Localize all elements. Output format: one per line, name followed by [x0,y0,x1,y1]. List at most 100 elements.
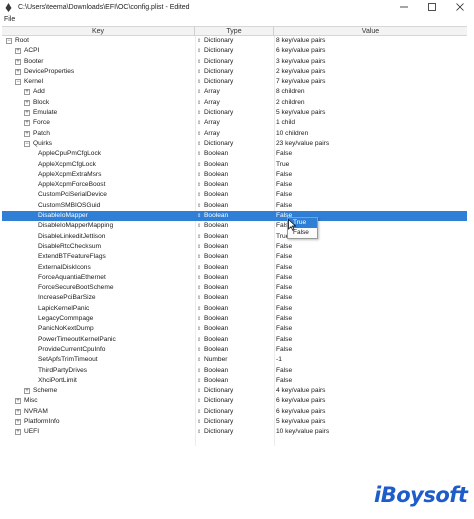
type-cell[interactable]: ⇕ Boolean [195,252,274,262]
type-cell[interactable]: ⇕ Boolean [195,170,274,180]
value-cell[interactable]: False [274,324,464,334]
value-cell[interactable]: False [274,304,464,314]
tree-row[interactable]: + Block ⇕ Array 2 children [2,98,467,108]
tree-row[interactable]: + DeviceProperties ⇕ Dictionary 2 key/value … [2,67,467,77]
tree-row[interactable]: ForceAquantiaEthernet ⇕ Boolean False [2,273,467,283]
header-type[interactable]: Type [195,27,274,36]
tree-row[interactable]: PowerTimeoutKernelPanic ⇕ Boolean False [2,335,467,345]
value-cell[interactable]: 5 key/value pairs [274,108,464,118]
tree-row[interactable]: DisableIoMapperMapping ⇕ Boolean False [2,221,467,231]
tree-row[interactable]: DisableLinkeditJettison ⇕ Boolean True [2,232,467,242]
value-cell[interactable]: False [274,273,464,283]
tree-row[interactable]: + Patch ⇕ Array 10 children [2,129,467,139]
tree-row[interactable]: ExternalDiskIcons ⇕ Boolean False [2,263,467,273]
type-cell[interactable]: ⇕ Boolean [195,273,274,283]
tree-row[interactable]: XhciPortLimit ⇕ Boolean False [2,376,467,386]
expand-icon[interactable]: + [24,130,30,137]
value-cell[interactable]: 23 key/value pairs [274,139,464,149]
header-value[interactable]: Value [274,27,467,36]
expand-icon[interactable]: + [24,89,30,96]
collapse-icon[interactable]: − [15,79,21,86]
type-cell[interactable]: ⇕ Dictionary [195,417,274,427]
type-cell[interactable]: ⇕ Array [195,118,274,128]
type-cell[interactable]: ⇕ Boolean [195,283,274,293]
value-cell[interactable]: 8 children [274,87,464,97]
value-cell[interactable]: 2 key/value pairs [274,67,464,77]
menu-file[interactable]: File [4,16,15,23]
tree-row[interactable]: ExtendBTFeatureFlags ⇕ Boolean False [2,252,467,262]
tree-row[interactable]: DisableIoMapper ⇕ Boolean False [2,211,467,222]
minimize-button[interactable] [390,0,418,14]
value-cell[interactable]: 3 key/value pairs [274,57,464,67]
expand-icon[interactable]: + [15,48,21,55]
expand-icon[interactable]: + [15,398,21,405]
tree-row[interactable]: − Root ⇕ Dictionary 8 key/value pairs [2,36,467,46]
type-cell[interactable]: ⇕ Boolean [195,180,274,190]
value-cell[interactable]: 6 key/value pairs [274,407,464,417]
value-cell[interactable]: False [274,345,464,355]
expand-icon[interactable]: + [15,58,21,65]
expand-icon[interactable]: + [15,418,21,425]
tree-row[interactable]: AppleCpuPmCfgLock ⇕ Boolean False [2,149,467,159]
type-cell[interactable]: ⇕ Boolean [195,376,274,386]
value-cell[interactable]: 4 key/value pairs [274,386,464,396]
value-cell[interactable]: False [274,314,464,324]
header-key[interactable]: Key [2,27,195,36]
value-cell[interactable]: True [274,160,464,170]
tree-row[interactable]: DisableRtcChecksum ⇕ Boolean False [2,242,467,252]
value-cell[interactable]: 10 key/value pairs [274,427,464,437]
expand-icon[interactable]: + [24,99,30,106]
value-cell[interactable]: False [274,252,464,262]
tree-row[interactable]: ProvideCurrentCpuInfo ⇕ Boolean False [2,345,467,355]
tree-row[interactable]: − Quirks ⇕ Dictionary 23 key/value pairs [2,139,467,149]
tree-row[interactable]: AppleXcpmForceBoost ⇕ Boolean False [2,180,467,190]
value-cell[interactable]: False [274,376,464,386]
type-cell[interactable]: ⇕ Dictionary [195,77,274,87]
type-cell[interactable]: ⇕ Dictionary [195,407,274,417]
value-cell[interactable]: False [274,242,464,252]
value-cell[interactable]: 8 key/value pairs [274,36,464,46]
type-cell[interactable]: ⇕ Boolean [195,314,274,324]
expand-icon[interactable]: + [24,388,30,395]
value-cell[interactable]: -1 [274,355,464,365]
type-cell[interactable]: ⇕ Array [195,129,274,139]
tree-row[interactable]: SetApfsTrimTimeout ⇕ Number -1 [2,355,467,365]
type-cell[interactable]: ⇕ Boolean [195,293,274,303]
type-cell[interactable]: ⇕ Dictionary [195,396,274,406]
tree-row[interactable]: ForceSecureBootScheme ⇕ Boolean False [2,283,467,293]
type-cell[interactable]: ⇕ Dictionary [195,36,274,46]
type-cell[interactable]: ⇕ Dictionary [195,57,274,67]
tree-row[interactable]: LapicKernelPanic ⇕ Boolean False [2,304,467,314]
collapse-icon[interactable]: − [24,140,30,147]
type-cell[interactable]: ⇕ Boolean [195,345,274,355]
expand-icon[interactable]: + [24,120,30,127]
type-cell[interactable]: ⇕ Array [195,87,274,97]
tree-row[interactable]: CustomPciSerialDevice ⇕ Boolean False [2,190,467,200]
value-cell[interactable]: False [274,335,464,345]
type-cell[interactable]: ⇕ Boolean [195,149,274,159]
value-cell[interactable]: False [274,190,464,200]
tree-row[interactable]: + Emulate ⇕ Dictionary 5 key/value pairs [2,108,467,118]
tree-row[interactable]: + Booter ⇕ Dictionary 3 key/value pairs [2,57,467,67]
value-cell[interactable]: 6 key/value pairs [274,396,464,406]
value-cell[interactable]: 7 key/value pairs [274,77,464,87]
tree-row[interactable]: AppleXcpmExtraMsrs ⇕ Boolean False [2,170,467,180]
type-cell[interactable]: ⇕ Boolean [195,324,274,334]
type-cell[interactable]: ⇕ Boolean [195,232,274,242]
value-cell[interactable]: False [274,170,464,180]
type-cell[interactable]: ⇕ Boolean [195,366,274,376]
tree-row[interactable]: + NVRAM ⇕ Dictionary 6 key/value pairs [2,407,467,417]
tree-row[interactable]: IncreasePciBarSize ⇕ Boolean False [2,293,467,303]
tree-row[interactable]: + Add ⇕ Array 8 children [2,87,467,97]
maximize-button[interactable] [418,0,446,14]
tree-row[interactable]: CustomSMBIOSGuid ⇕ Boolean False [2,201,467,211]
value-cell[interactable]: 1 child [274,118,464,128]
type-cell[interactable]: ⇕ Boolean [195,160,274,170]
type-cell[interactable]: ⇕ Dictionary [195,386,274,396]
tree-row[interactable]: + PlatformInfo ⇕ Dictionary 5 key/value pair… [2,417,467,427]
close-button[interactable] [446,0,474,14]
value-cell[interactable]: False [274,293,464,303]
tree-row[interactable]: PanicNoKextDump ⇕ Boolean False [2,324,467,334]
expand-icon[interactable]: + [24,110,30,117]
tree-row[interactable]: ThirdPartyDrives ⇕ Boolean False [2,366,467,376]
